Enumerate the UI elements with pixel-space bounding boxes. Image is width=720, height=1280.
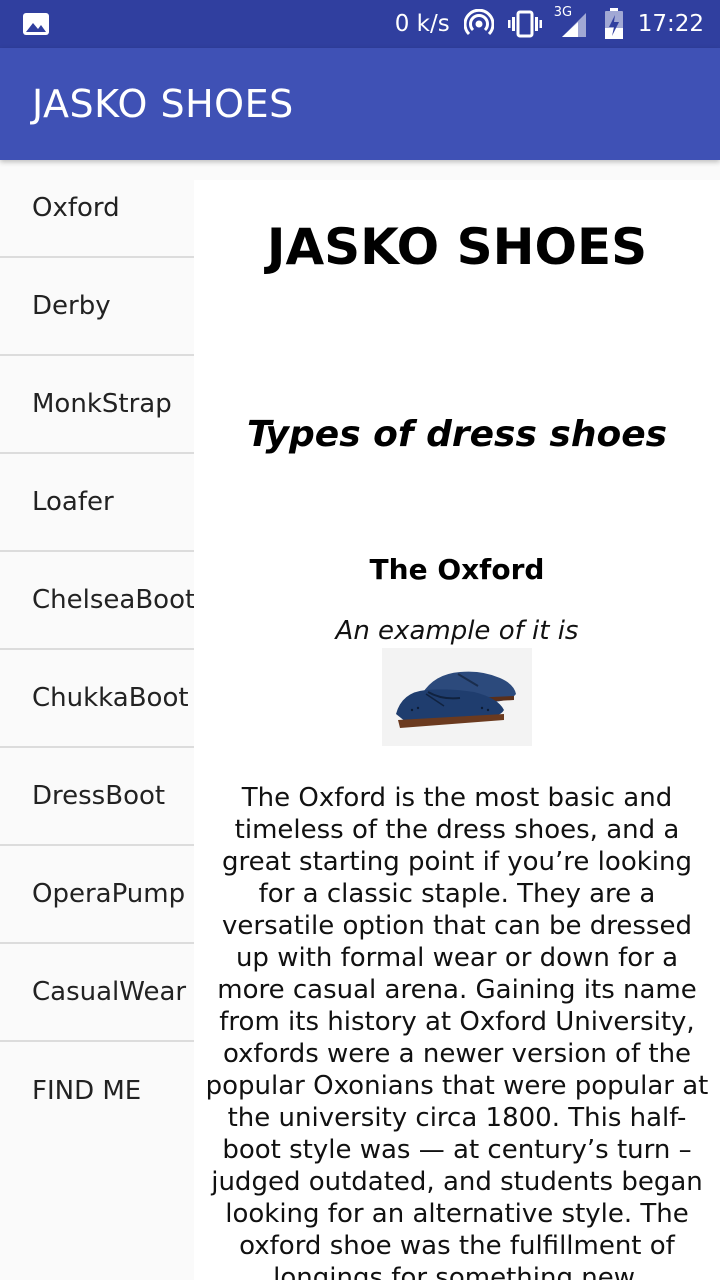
sidebar-nav: Oxford Derby MonkStrap Loafer ChelseaBoo…: [0, 160, 195, 1280]
oxford-shoe-image: [382, 648, 532, 746]
image-notification-icon: [22, 12, 50, 36]
types-subheading: Types of dress shoes: [246, 414, 668, 455]
example-caption: An example of it is: [335, 616, 579, 646]
sidebar-item-oxford[interactable]: Oxford: [0, 160, 194, 258]
sidebar-item-chelseaboot[interactable]: ChelseaBoot: [0, 552, 195, 650]
hotspot-icon: [463, 9, 494, 39]
section-title: The Oxford: [369, 553, 545, 586]
content-panel[interactable]: JASKO SHOES Types of dress shoes The Oxf…: [194, 180, 720, 1280]
clock: 17:22: [637, 11, 704, 37]
sidebar-item-casualwear[interactable]: CasualWear: [0, 944, 194, 1042]
app-title: JASKO SHOES: [32, 82, 294, 126]
content-top-divider: [194, 160, 720, 180]
network-speed: 0 k/s: [394, 11, 450, 37]
sidebar-item-find-me[interactable]: FIND ME: [0, 1042, 194, 1140]
page-heading: JASKO SHOES: [266, 218, 648, 276]
sidebar-item-dressboot[interactable]: DressBoot: [0, 748, 194, 846]
sidebar-item-chukkaboot[interactable]: ChukkaBoot: [0, 650, 194, 748]
status-bar: 0 k/s 3G 17:22: [0, 0, 720, 48]
network-type-label: 3G: [553, 5, 573, 20]
sidebar-item-monkstrap[interactable]: MonkStrap: [0, 356, 194, 454]
battery-charging-icon: [604, 8, 624, 40]
sidebar-item-loafer[interactable]: Loafer: [0, 454, 194, 552]
vibrate-icon: [507, 10, 542, 38]
signal-3g-icon: 3G: [554, 5, 590, 39]
oxford-description: The Oxford is the most basic and timeles…: [205, 783, 709, 1280]
app-bar: JASKO SHOES: [0, 48, 720, 160]
sidebar-item-derby[interactable]: Derby: [0, 258, 194, 356]
sidebar-item-operapump[interactable]: OperaPump: [0, 846, 194, 944]
